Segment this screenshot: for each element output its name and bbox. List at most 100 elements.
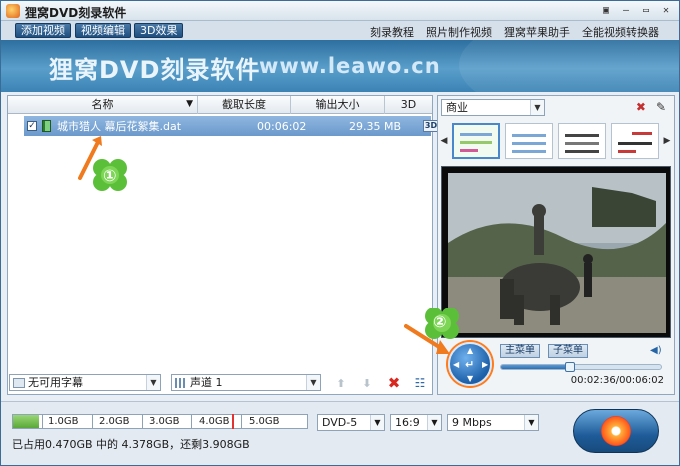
aspect-ratio-select[interactable]: 16:9 ▼ [390, 414, 442, 431]
column-name[interactable]: 名称 ▼ [8, 96, 198, 114]
capacity-tick [42, 415, 43, 428]
capacity-label: 5.0GB [249, 416, 280, 427]
capacity-label: 4.0GB [199, 416, 230, 427]
minimize-icon[interactable]: – [619, 4, 633, 17]
delete-icon[interactable]: ✖ [386, 374, 402, 392]
add-video-button[interactable]: 添加视频 [15, 23, 71, 38]
menu-template-thumb[interactable] [505, 123, 553, 159]
chevron-down-icon: ▼ [306, 375, 320, 390]
sort-arrow-icon: ▼ [186, 99, 193, 109]
hint-marker-1 [78, 136, 127, 191]
audio-track-select[interactable]: 声道 1 ▼ [171, 374, 321, 391]
chevron-down-icon: ▼ [530, 100, 544, 115]
chevron-down-icon: ▼ [524, 415, 538, 430]
move-down-icon[interactable]: ⬇ [359, 375, 375, 391]
burn-button[interactable] [573, 409, 659, 453]
subtitle-value: 无可用字幕 [28, 376, 83, 389]
capacity-tick [241, 415, 242, 428]
capacity-bar: 1.0GB 2.0GB 3.0GB 4.0GB 5.0GB [12, 414, 308, 429]
clear-list-icon[interactable]: ☷ [412, 375, 428, 391]
progress-handle[interactable] [564, 362, 575, 372]
window-controls: ▣ – ▭ ✕ [599, 4, 673, 17]
theme-select[interactable]: 商业 ▼ [441, 99, 545, 116]
hint-number-2: ② [433, 312, 447, 331]
banner: 狸窝DVD刻录软件 www.leawo.cn [1, 40, 679, 92]
bitrate-value: 9 Mbps [452, 416, 492, 429]
theme-value: 商业 [446, 101, 468, 114]
capacity-status: 已占用0.470GB 中的 4.378GB，还剩3.908GB [12, 438, 250, 451]
banner-url: www.leawo.cn [259, 54, 441, 78]
disc-type-select[interactable]: DVD-5 ▼ [317, 414, 385, 431]
maximize-icon[interactable]: ▭ [639, 4, 653, 17]
column-duration[interactable]: 截取长度 [198, 96, 291, 114]
scroll-left-icon[interactable]: ◀ [441, 123, 448, 159]
close-icon[interactable]: ✕ [659, 4, 673, 17]
menu-template-thumb[interactable] [558, 123, 606, 159]
menu-template-thumb[interactable] [452, 123, 500, 159]
menu-buttons: 主菜单 子菜单 [500, 344, 588, 358]
row-checkbox[interactable]: ✓ [27, 121, 37, 131]
burn-disc-icon [601, 416, 631, 446]
list-header: 名称 ▼ 截取长度 输出大小 3D [8, 96, 432, 114]
banner-decoration [459, 40, 679, 92]
table-row[interactable]: ✓ 城市猎人 幕后花絮集.dat 00:06:02 29.35 MB 3D [24, 116, 439, 136]
row-duration: 00:06:02 [257, 119, 307, 133]
menu-navigator[interactable]: ▲ ▼ ◀ ▶ ↵ [448, 342, 492, 386]
playback-progress[interactable] [500, 362, 662, 372]
nav-enter-icon[interactable]: ↵ [465, 358, 474, 371]
link-video-converter[interactable]: 全能视频转换器 [582, 24, 659, 40]
row-size: 29.35 MB [349, 119, 402, 133]
nav-up-icon[interactable]: ▲ [467, 346, 473, 355]
file-list: 名称 ▼ 截取长度 输出大小 3D ✓ 城市猎人 幕后花絮集.dat 00:06:… [7, 95, 439, 395]
banner-title: 狸窝DVD刻录软件 [49, 56, 261, 84]
aspect-ratio-value: 16:9 [395, 416, 420, 429]
bottom-bar: 1.0GB 2.0GB 3.0GB 4.0GB 5.0GB DVD-5 ▼ 16… [1, 401, 679, 465]
capacity-limit-marker [232, 414, 234, 429]
video-preview[interactable] [441, 166, 671, 338]
subtitle-select[interactable]: 无可用字幕 ▼ [9, 374, 161, 391]
progress-fill [501, 365, 570, 369]
preview-panel: 商业 ▼ ✖ ✎ ◀ ▶ ② ▲ ▼ ◀ ▶ ↵ 主菜单 子菜单 ◀) 00:0… [404, 95, 675, 395]
video-frame [442, 167, 670, 337]
audio-icon [175, 378, 187, 388]
link-apple-helper[interactable]: 狸窝苹果助手 [504, 24, 570, 40]
nav-left-icon[interactable]: ◀ [453, 360, 459, 369]
row-name: 城市猎人 幕后花絮集.dat [57, 120, 182, 133]
chevron-down-icon: ▼ [146, 375, 160, 390]
nav-down-icon[interactable]: ▼ [467, 374, 473, 383]
skin-icon[interactable]: ▣ [599, 4, 613, 17]
chevron-down-icon: ▼ [427, 415, 441, 430]
3d-effect-button[interactable]: 3D效果 [134, 23, 184, 38]
edit-video-button[interactable]: 视频编辑 [75, 23, 131, 38]
bitrate-select[interactable]: 9 Mbps ▼ [447, 414, 539, 431]
edit-menu-icon[interactable]: ✎ [656, 100, 666, 114]
sub-menu-button[interactable]: 子菜单 [548, 344, 588, 358]
capacity-fill [13, 415, 39, 428]
menu-template-thumb[interactable] [611, 123, 659, 159]
app-window: 狸窝DVD刻录软件 ▣ – ▭ ✕ 添加视频 视频编辑 3D效果 刻录教程 照片… [0, 0, 680, 466]
app-icon [6, 4, 20, 18]
menu-links: 刻录教程 照片制作视频 狸窝苹果助手 全能视频转换器 [370, 24, 659, 40]
scroll-right-icon[interactable]: ▶ [664, 123, 671, 159]
column-size[interactable]: 输出大小 [291, 96, 385, 114]
move-up-icon[interactable]: ⬆ [333, 375, 349, 391]
capacity-tick [92, 415, 93, 428]
chevron-down-icon: ▼ [370, 415, 384, 430]
capacity-label: 1.0GB [48, 416, 79, 427]
delete-menu-icon[interactable]: ✖ [636, 100, 646, 114]
main-menu-button[interactable]: 主菜单 [500, 344, 540, 358]
hint-number-1: ① [103, 166, 117, 185]
playback-time: 00:02:36/00:06:02 [570, 375, 664, 386]
capacity-tick [191, 415, 192, 428]
column-3d[interactable]: 3D [385, 96, 432, 114]
title-bar: 狸窝DVD刻录软件 ▣ – ▭ ✕ [1, 1, 679, 21]
volume-icon[interactable]: ◀) [650, 345, 662, 357]
subtitle-icon [13, 378, 25, 388]
toolbar: 添加视频 视频编辑 3D效果 刻录教程 照片制作视频 狸窝苹果助手 全能视频转换… [1, 21, 679, 40]
link-photo-video[interactable]: 照片制作视频 [426, 24, 492, 40]
link-burn-tutorial[interactable]: 刻录教程 [370, 24, 414, 40]
disc-type-value: DVD-5 [322, 416, 358, 429]
nav-right-icon[interactable]: ▶ [482, 360, 488, 369]
preview-tools: ✖ ✎ [636, 100, 666, 114]
capacity-label: 2.0GB [99, 416, 130, 427]
